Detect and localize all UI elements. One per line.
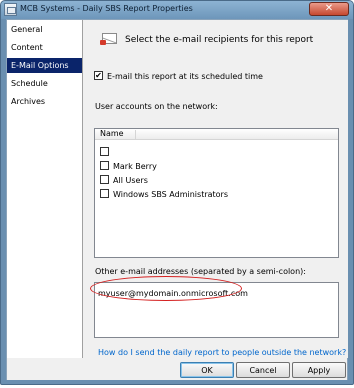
email-options-panel: Select the e-mail recipients for this re… (84, 20, 348, 358)
close-button[interactable]: ✕ (309, 2, 349, 16)
nav-item-content[interactable]: Content (7, 40, 82, 55)
other-addresses-input[interactable]: myuser@mydomain.onmicrosoft.com (94, 282, 339, 338)
list-column-name[interactable]: Name (95, 129, 338, 140)
help-link[interactable]: How do I send the daily report to people… (98, 348, 346, 357)
account-label-mark-berry: Mark Berry (113, 162, 157, 171)
schedule-email-label: E-mail this report at its scheduled time (107, 72, 263, 81)
nav-item-schedule[interactable]: Schedule (7, 76, 82, 91)
properties-window: MCB Systems - Daily SBS Report Propertie… (0, 0, 354, 385)
window-title: MCB Systems - Daily SBS Report Propertie… (20, 4, 193, 13)
email-envelope-icon (100, 33, 117, 45)
dialog-client-area: General Content E-Mail Options Schedule … (6, 19, 348, 380)
account-checkbox-blank[interactable] (100, 147, 109, 156)
accounts-label: User accounts on the network: (95, 102, 218, 111)
account-label-sbs-admins: Windows SBS Administrators (113, 190, 229, 199)
ok-button[interactable]: OK (180, 362, 234, 378)
other-addresses-label: Other e-mail addresses (separated by a s… (95, 267, 306, 276)
nav-item-email-options[interactable]: E-Mail Options (7, 58, 82, 73)
account-checkbox-sbs-admins[interactable] (100, 189, 109, 198)
panel-header: Select the e-mail recipients for this re… (125, 35, 314, 45)
schedule-email-checkbox[interactable]: ✔ (94, 71, 103, 80)
account-checkbox-all-users[interactable] (100, 175, 109, 184)
account-checkbox-mark-berry[interactable] (100, 161, 109, 170)
apply-button[interactable]: Apply (292, 362, 346, 378)
nav-sidebar: General Content E-Mail Options Schedule … (7, 20, 83, 358)
app-icon (4, 3, 17, 16)
user-accounts-list[interactable]: Name Mark Berry All Users Windows SBS Ad… (94, 128, 339, 258)
nav-item-archives[interactable]: Archives (7, 94, 82, 109)
nav-item-general[interactable]: General (7, 22, 82, 37)
account-label-all-users: All Users (113, 176, 148, 185)
cancel-button[interactable]: Cancel (236, 362, 290, 378)
button-bar: OK Cancel Apply (7, 358, 347, 380)
title-bar[interactable]: MCB Systems - Daily SBS Report Propertie… (1, 1, 353, 19)
